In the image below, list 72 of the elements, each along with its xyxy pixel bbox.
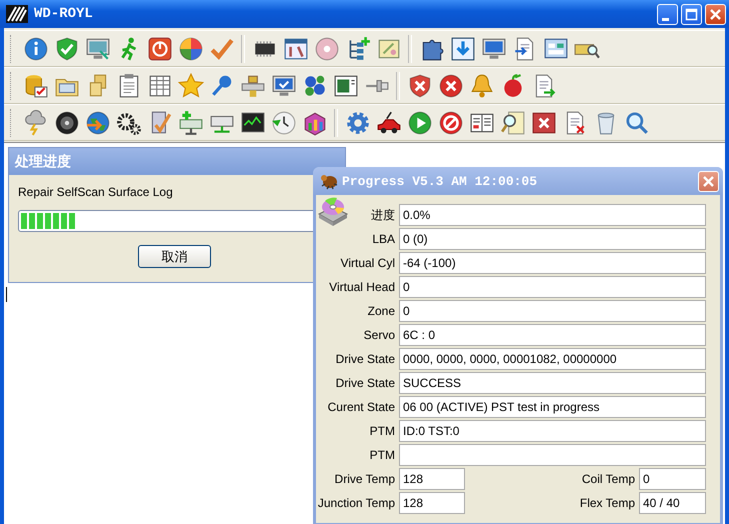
cloud-lightning-icon[interactable] <box>22 110 48 136</box>
value-field: 0 <box>639 468 706 490</box>
power-icon[interactable] <box>146 36 172 62</box>
minimize-icon <box>662 18 669 20</box>
field-label: 进度 <box>371 206 395 224</box>
disk-drive-icon <box>317 196 349 226</box>
value-field: 6C : 0 <box>399 324 706 346</box>
dialog-title: 处理进度 <box>9 148 345 175</box>
field-label: Virtual Head <box>328 279 395 296</box>
search-document-icon[interactable] <box>500 110 526 136</box>
field-label: PTM <box>368 447 395 464</box>
car-icon[interactable] <box>376 110 402 136</box>
shield-check-icon[interactable] <box>54 36 80 62</box>
field-label: Curent State <box>326 399 395 416</box>
field-label: Drive Temp <box>334 471 395 488</box>
value-field: 0 <box>399 276 706 298</box>
disc-icon[interactable] <box>314 36 340 62</box>
stop-icon[interactable] <box>438 110 464 136</box>
grid-list-icon[interactable] <box>146 72 172 98</box>
close-button[interactable] <box>698 170 719 192</box>
search-icon[interactable] <box>624 110 650 136</box>
shield-x-icon[interactable] <box>406 72 432 98</box>
value-field: ID:0 TST:0 <box>399 420 706 442</box>
play-icon[interactable] <box>406 110 432 136</box>
download-icon[interactable] <box>450 36 476 62</box>
field-label: Drive State <box>334 351 395 368</box>
globe-icon[interactable] <box>178 36 204 62</box>
value-field: 0000, 0000, 0000, 00001082, 00000000 <box>399 348 706 370</box>
x-circle-icon[interactable] <box>438 72 464 98</box>
value-field: 0.0% <box>399 204 706 226</box>
cancel-button[interactable]: 取消 <box>138 245 211 268</box>
close-box-icon[interactable] <box>530 110 556 136</box>
maximize-icon <box>685 8 698 20</box>
database-check-icon[interactable] <box>22 72 48 98</box>
tools-window-icon[interactable] <box>282 36 308 62</box>
info-icon[interactable] <box>22 36 48 62</box>
value-field: 06 00 (ACTIVE) PST test in progress <box>399 396 706 418</box>
value-field: SUCCESS <box>399 372 706 394</box>
status-message: Repair SelfScan Surface Log <box>18 185 174 201</box>
beetle-icon <box>319 172 339 190</box>
value-field: 128 <box>399 468 465 490</box>
value-field: 128 <box>399 492 465 514</box>
minimize-button[interactable] <box>657 4 678 24</box>
field-label: Virtual Cyl <box>340 255 395 272</box>
bell-icon[interactable] <box>468 72 494 98</box>
value-field: 0 (0) <box>399 228 706 250</box>
field-label: Drive State <box>334 375 395 392</box>
field-label: PTM <box>368 423 395 440</box>
field-label: Junction Temp <box>317 495 395 512</box>
close-button[interactable] <box>705 4 726 24</box>
value-field: 0 <box>399 300 706 322</box>
window-title: WD-ROYL <box>34 6 94 22</box>
network-add-icon[interactable] <box>178 110 204 136</box>
field-label: LBA <box>371 231 395 248</box>
window-list-icon[interactable] <box>332 72 358 98</box>
close-icon <box>702 174 715 188</box>
monitor-check-icon[interactable] <box>270 72 296 98</box>
value-field: 40 / 40 <box>639 492 706 514</box>
field-label: Servo <box>362 327 395 344</box>
close-icon <box>709 8 722 20</box>
field-label: Coil Temp <box>580 471 635 488</box>
disc-player-icon[interactable] <box>54 110 80 136</box>
field-label: Zone <box>366 303 395 320</box>
app-logo-icon <box>6 5 28 23</box>
value-field: -64 (-100) <box>399 252 706 274</box>
text-cursor <box>6 287 7 302</box>
window-title: Progress V5.3 AM 12:00:05 <box>342 174 538 188</box>
star-icon[interactable] <box>178 72 204 98</box>
maximize-button[interactable] <box>681 4 702 24</box>
field-label: Flex Temp <box>578 495 635 512</box>
monitor-icon[interactable] <box>480 36 506 62</box>
gear-icon[interactable] <box>344 110 370 136</box>
